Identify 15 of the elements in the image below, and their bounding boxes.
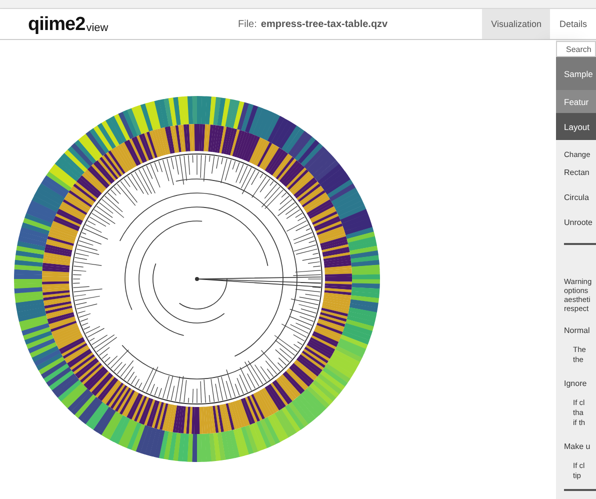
setting-label[interactable]: Make u bbox=[564, 442, 596, 451]
file-label: File: bbox=[238, 18, 257, 30]
search-field[interactable]: Search bbox=[556, 41, 596, 57]
tab[interactable]: Details bbox=[550, 9, 596, 39]
layout-option[interactable]: Unroote bbox=[564, 218, 596, 227]
setting-label[interactable]: Normal bbox=[564, 326, 596, 335]
logo: qiime2view bbox=[27, 14, 110, 34]
section-header[interactable]: Sample bbox=[556, 57, 596, 90]
tab[interactable]: Visualization bbox=[482, 9, 550, 39]
file-name: empress-tree-tax-table.qzv bbox=[260, 18, 388, 30]
layout-option[interactable]: Rectan bbox=[564, 168, 596, 177]
setting-label[interactable]: Ignore bbox=[564, 379, 596, 388]
layout-option[interactable]: Circula bbox=[564, 193, 596, 202]
section-header[interactable]: Layout bbox=[556, 113, 596, 140]
address-bar[interactable] bbox=[0, 0, 596, 9]
